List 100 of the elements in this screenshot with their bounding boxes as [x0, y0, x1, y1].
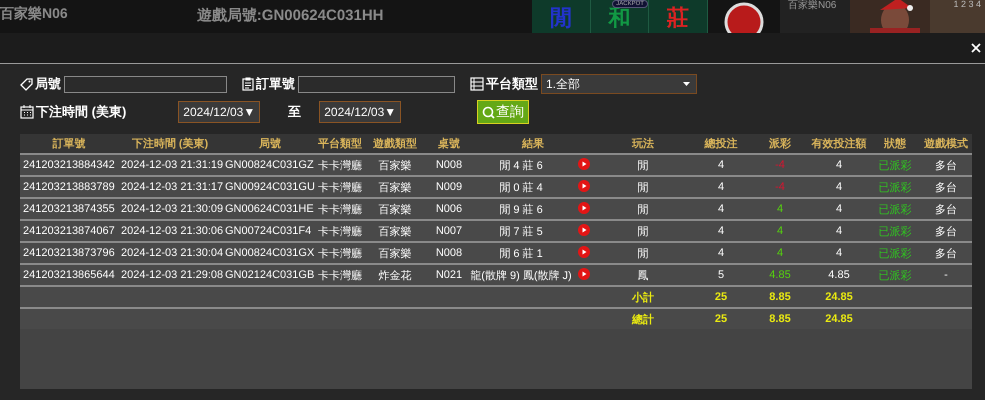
table-cell: -4 — [752, 176, 808, 198]
table-cell: 卡卡灣廳 — [318, 220, 362, 242]
table-cell: 2024-12-03 21:31:19 — [118, 154, 222, 176]
table-cell: -4 — [752, 154, 808, 176]
table-cell: 百家樂 — [362, 242, 428, 264]
table-cell: 百家樂 — [362, 198, 428, 220]
table-cell: N008 — [428, 242, 470, 264]
table-cell: 241203213883789 — [20, 176, 118, 198]
table-cell: 4 — [752, 220, 808, 242]
table-cell: 4 — [808, 220, 870, 242]
close-icon[interactable] — [971, 43, 981, 53]
table-cell: 閒 4 莊 6 — [470, 154, 572, 176]
search-icon — [482, 106, 496, 118]
table-cell: 鳳 — [596, 264, 690, 286]
table-cell: 多台 — [920, 154, 972, 176]
table-cell: 百家樂 — [362, 220, 428, 242]
order-label: 訂單號 — [256, 75, 295, 93]
table-cell: 4 — [690, 154, 752, 176]
bet-time-label: 下注時間 (美東) — [36, 103, 126, 121]
play-icon[interactable] — [578, 202, 590, 214]
calendar-icon — [20, 105, 34, 119]
table-cell: N006 — [428, 198, 470, 220]
table-cell: 多台 — [920, 242, 972, 264]
tag-icon — [20, 78, 33, 90]
table-cell: N008 — [428, 154, 470, 176]
to-label: 至 — [288, 103, 302, 121]
table-cell: 4.85 — [752, 264, 808, 286]
bet-area-label: 和 — [608, 6, 630, 31]
column-header: 桌號 — [428, 134, 470, 154]
table-cell: 已派彩 — [870, 220, 920, 242]
table-cell: 4 — [808, 176, 870, 198]
play-icon[interactable] — [578, 224, 590, 236]
table-cell: 卡卡灣廳 — [318, 198, 362, 220]
table-cell: 多台 — [920, 198, 972, 220]
bet-area-label: 閒 — [550, 6, 572, 31]
date-to-picker[interactable]: 2024/12/03▼ — [319, 101, 402, 123]
caret-icon — [683, 82, 690, 86]
play-icon[interactable] — [578, 246, 590, 258]
table-cell: 閒 0 莊 4 — [470, 176, 572, 198]
column-header: 局號 — [222, 134, 318, 154]
table-cell: 241203213884342 — [20, 154, 118, 176]
table-cell: GN00624C031HE — [222, 198, 318, 220]
table-cell: N007 — [428, 220, 470, 242]
column-header: 狀態 — [870, 134, 920, 154]
table-cell: 241203213874355 — [20, 198, 118, 220]
table-cell: - — [920, 264, 972, 286]
table-cell: 已派彩 — [870, 154, 920, 176]
table-cell: 閒 — [596, 176, 690, 198]
table-cell: 2024-12-03 21:30:09 — [118, 198, 222, 220]
round-label: 局號 — [35, 75, 61, 93]
table-cell: 多台 — [920, 220, 972, 242]
table-cell: 4 — [690, 198, 752, 220]
column-header: 遊戲類型 — [362, 134, 428, 154]
road-numbers: 1 2 3 4 — [953, 0, 981, 9]
table-cell: 4 — [752, 242, 808, 264]
table-cell: N021 — [428, 264, 470, 286]
total-label: 小計 — [596, 286, 690, 308]
clipboard-icon — [242, 77, 254, 91]
table-cell: 4 — [690, 176, 752, 198]
round-number: 遊戲局號:GN00624C031HH — [196, 6, 385, 26]
table-cell: 卡卡灣廳 — [318, 242, 362, 264]
table-cell: 4 — [690, 220, 752, 242]
column-header: 下注時間 (美東) — [118, 134, 222, 154]
total-cell: 8.85 — [752, 308, 808, 329]
table-cell: 閒 — [596, 242, 690, 264]
table-cell: 已派彩 — [870, 242, 920, 264]
column-header: 玩法 — [596, 134, 690, 154]
table-cell: GN02124C031GB — [222, 264, 318, 286]
play-icon[interactable] — [578, 268, 590, 280]
table-cell: 2024-12-03 21:31:17 — [118, 176, 222, 198]
table-cell: 閒 — [596, 220, 690, 242]
table-cell: GN00924C031GU — [222, 176, 318, 198]
table-cell: 閒 9 莊 6 — [470, 198, 572, 220]
table-name: 百家樂N06 — [0, 4, 69, 23]
total-label: 總計 — [596, 308, 690, 329]
table-cell: 241203213874067 — [20, 220, 118, 242]
platform-label: 平台類型 — [486, 75, 538, 93]
table-cell: 4 — [808, 198, 870, 220]
table-cell: 卡卡灣廳 — [318, 264, 362, 286]
round-input[interactable] — [64, 76, 227, 92]
table-cell: 4 — [752, 198, 808, 220]
total-cell: 25 — [690, 286, 752, 308]
table-cell: 2024-12-03 21:30:04 — [118, 242, 222, 264]
table-cell: 2024-12-03 21:30:06 — [118, 220, 222, 242]
column-header: 訂單號 — [20, 134, 118, 154]
bet-area-label: 莊 — [666, 6, 689, 31]
platform-select[interactable]: 1.全部 — [541, 74, 697, 94]
play-icon[interactable] — [578, 158, 590, 170]
list-icon — [470, 77, 484, 91]
table-cell: 閒 6 莊 1 — [470, 242, 572, 264]
play-icon[interactable] — [578, 180, 590, 192]
column-header: 派彩 — [752, 134, 808, 154]
column-header: 平台類型 — [318, 134, 362, 154]
table-cell: 已派彩 — [870, 264, 920, 286]
table-cell: 4 — [808, 154, 870, 176]
table-cell: 多台 — [920, 176, 972, 198]
table-cell: 閒 — [596, 198, 690, 220]
order-input[interactable] — [298, 76, 455, 92]
date-from-picker[interactable]: 2024/12/03▼ — [178, 101, 260, 123]
table-cell: 4 — [808, 242, 870, 264]
